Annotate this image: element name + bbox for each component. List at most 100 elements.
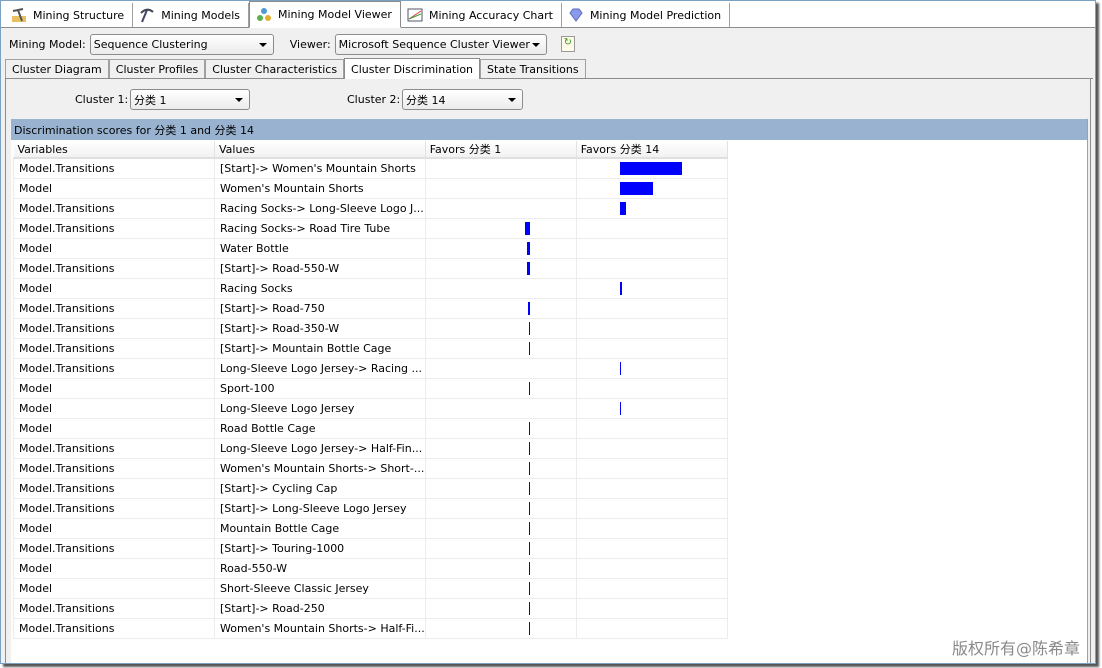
cluster1-value: 分类 1 (134, 93, 167, 107)
viewer-label: Viewer: (289, 37, 331, 51)
table-row[interactable]: Model Sport-100 (13, 377, 728, 399)
tab-mining-model-viewer[interactable]: Mining Model Viewer (249, 1, 401, 28)
table-row[interactable]: Model Women's Mountain Shorts (13, 177, 728, 199)
variable-cell: Model (13, 577, 215, 599)
tab-state-transitions[interactable]: State Transitions (480, 59, 586, 78)
variable-cell: Model.Transitions (13, 457, 215, 479)
table-row[interactable]: Model Road-550-W (13, 557, 728, 579)
viewer-dropdown[interactable]: Microsoft Sequence Cluster Viewer (334, 33, 547, 55)
variable-cell: Model (13, 557, 215, 579)
favors-cluster1-cell (424, 317, 577, 339)
table-row[interactable]: Model Mountain Bottle Cage (13, 517, 728, 539)
table-row[interactable]: Model.Transitions [Start]-> Road-350-W (13, 317, 728, 339)
table-row[interactable]: Model.Transitions [Start]-> Road-250 (13, 597, 728, 619)
favors-cluster2-cell (575, 577, 728, 599)
favors-cluster2-cell (575, 437, 728, 459)
score-bar-favors-cluster2 (619, 361, 621, 375)
tab-mining-model-prediction[interactable]: Mining Model Prediction (562, 3, 731, 27)
cluster2-label: Cluster 2: (347, 93, 401, 106)
mining-model-label: Mining Model: (9, 37, 86, 51)
favors-cluster1-cell (424, 257, 577, 279)
score-bar-favors-cluster1 (527, 301, 530, 315)
tab-label: Mining Models (161, 8, 240, 22)
variable-cell: Model (13, 517, 215, 539)
favors-cluster2-cell (575, 397, 728, 419)
value-cell: [Start]-> Women's Mountain Shorts (214, 157, 426, 179)
table-header-row: Variables Values Favors 分类 1 Favors 分类 1… (13, 141, 728, 159)
favors-cluster2-cell (575, 557, 728, 579)
favors-cluster1-cell (424, 617, 577, 639)
table-row[interactable]: Model Road Bottle Cage (13, 417, 728, 439)
diamond-icon (568, 7, 584, 23)
table-row[interactable]: Model Long-Sleeve Logo Jersey (13, 397, 728, 419)
table-row[interactable]: Model.Transitions Long-Sleeve Logo Jersey… (13, 437, 728, 459)
favors-cluster1-cell (424, 577, 577, 599)
header-variables[interactable]: Variables (13, 141, 215, 159)
model-viewer-icon (256, 7, 272, 23)
tab-cluster-discrimination[interactable]: Cluster Discrimination (344, 58, 481, 79)
table-body: Model.Transitions [Start]-> Women's Mount… (13, 157, 728, 639)
discrimination-scores-area: Discrimination scores for 分类 1 and 分类 14… (11, 119, 1088, 663)
chevron-down-icon (508, 98, 516, 102)
table-row[interactable]: Model.Transitions Racing Socks-> Road Tir… (13, 217, 728, 239)
favors-cluster2-cell (575, 297, 728, 319)
table-row[interactable]: Model.Transitions Racing Socks-> Long-Sle… (13, 197, 728, 219)
variable-cell: Model.Transitions (13, 217, 215, 239)
score-bar-favors-cluster1 (528, 461, 530, 475)
table-row[interactable]: Model Water Bottle (13, 237, 728, 259)
variable-cell: Model.Transitions (13, 197, 215, 219)
mining-model-value: Sequence Clustering (93, 37, 208, 51)
value-cell: Long-Sleeve Logo Jersey-> Racing ... (214, 357, 426, 379)
score-bar-favors-cluster1 (528, 501, 530, 515)
table-row[interactable]: Model.Transitions Women's Mountain Shorts… (13, 617, 728, 639)
table-row[interactable]: Model.Transitions Long-Sleeve Logo Jersey… (13, 357, 728, 379)
table-row[interactable]: Model.Transitions [Start]-> Road-750 (13, 297, 728, 319)
table-row[interactable]: Model.Transitions [Start]-> Long-Sleeve L… (13, 497, 728, 519)
favors-cluster1-cell (424, 237, 577, 259)
table-row[interactable]: Model.Transitions [Start]-> Cycling Cap (13, 477, 728, 499)
table-row[interactable]: Model.Transitions [Start]-> Road-550-W (13, 257, 728, 279)
score-bar-favors-cluster1 (524, 221, 530, 235)
tab-mining-structure[interactable]: Mining Structure (5, 3, 134, 27)
variable-cell: Model.Transitions (13, 497, 215, 519)
cluster1-dropdown[interactable]: 分类 1 (130, 89, 250, 110)
table-row[interactable]: Model.Transitions [Start]-> Mountain Bott… (13, 337, 728, 359)
score-bar-favors-cluster1 (528, 381, 530, 395)
refresh-icon[interactable] (560, 36, 575, 52)
score-bar-favors-cluster1 (528, 441, 530, 455)
tab-cluster-diagram[interactable]: Cluster Diagram (5, 59, 109, 78)
tab-mining-models[interactable]: Mining Models (133, 3, 249, 27)
designer-tab-strip: Mining Structure Mining Models Mining Mo… (1, 1, 1095, 28)
mining-model-dropdown[interactable]: Sequence Clustering (89, 33, 274, 55)
header-values[interactable]: Values (214, 141, 426, 159)
header-favors-cluster1[interactable]: Favors 分类 1 (425, 141, 577, 159)
tab-label: Mining Model Viewer (278, 8, 392, 21)
favors-cluster1-cell (424, 277, 577, 299)
variable-cell: Model.Transitions (13, 297, 215, 319)
tab-cluster-profiles[interactable]: Cluster Profiles (108, 59, 206, 78)
score-bar-favors-cluster2 (619, 401, 621, 415)
cluster2-dropdown[interactable]: 分类 14 (402, 89, 523, 110)
favors-cluster2-cell (575, 317, 728, 339)
value-cell: [Start]-> Mountain Bottle Cage (214, 337, 426, 359)
tab-label: Mining Structure (33, 8, 125, 22)
tab-cluster-characteristics[interactable]: Cluster Characteristics (205, 59, 345, 78)
table-row[interactable]: Model.Transitions [Start]-> Women's Mount… (13, 157, 728, 179)
variable-cell: Model (13, 177, 215, 199)
favors-cluster1-cell (424, 377, 577, 399)
score-bar-favors-cluster1 (526, 261, 530, 275)
header-favors-cluster2[interactable]: Favors 分类 14 (576, 141, 728, 159)
variable-cell: Model.Transitions (13, 337, 215, 359)
score-bar-favors-cluster1 (528, 601, 530, 615)
favors-cluster1-cell (424, 557, 577, 579)
table-row[interactable]: Model.Transitions Women's Mountain Shorts… (13, 457, 728, 479)
table-row[interactable]: Model.Transitions [Start]-> Touring-1000 (13, 537, 728, 559)
table-row[interactable]: Model Short-Sleeve Classic Jersey (13, 577, 728, 599)
value-cell: Women's Mountain Shorts (214, 177, 426, 199)
score-bar-favors-cluster1 (528, 521, 530, 535)
accuracy-chart-icon (407, 7, 423, 23)
value-cell: Mountain Bottle Cage (214, 517, 426, 539)
tab-mining-accuracy-chart[interactable]: Mining Accuracy Chart (401, 3, 562, 27)
value-cell: Short-Sleeve Classic Jersey (214, 577, 426, 599)
table-row[interactable]: Model Racing Socks (13, 277, 728, 299)
